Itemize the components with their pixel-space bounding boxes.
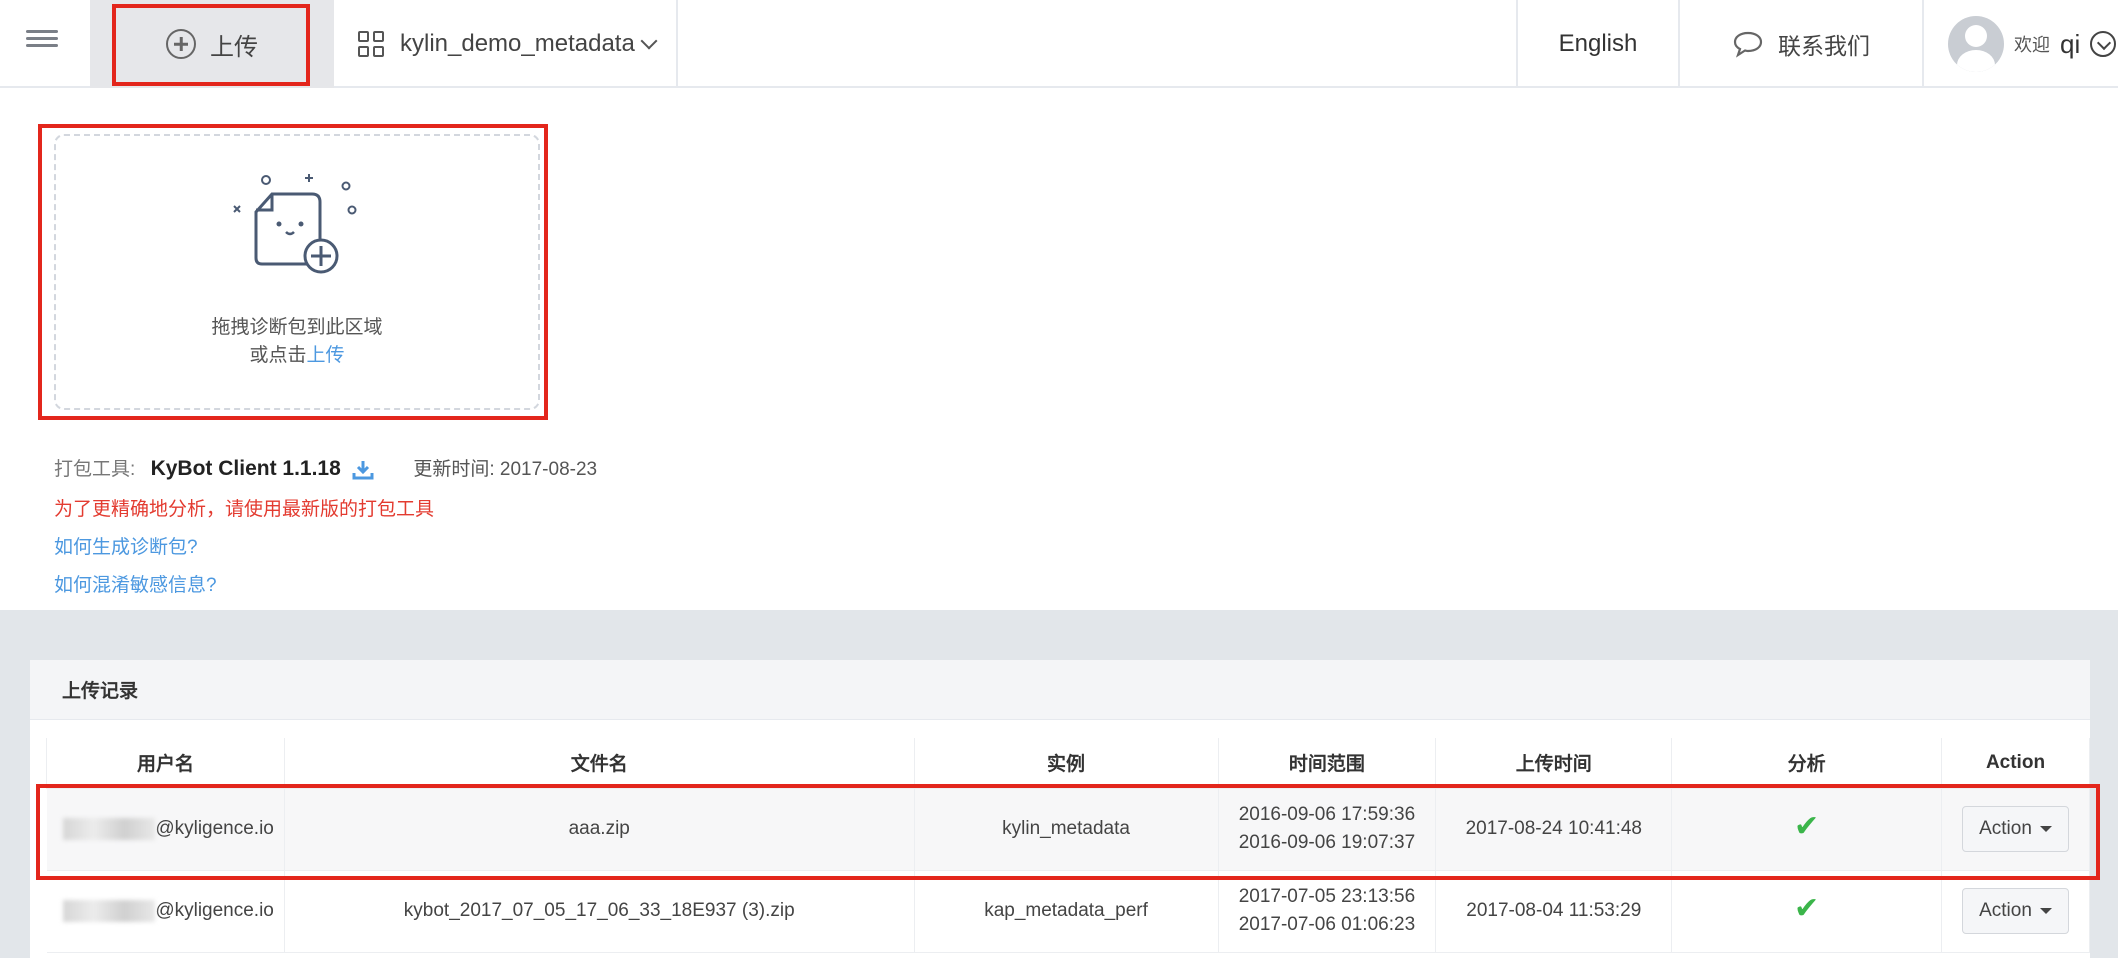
tool-name: KyBot Client 1.1.18 xyxy=(150,457,341,480)
table-row[interactable]: @kyligence.io kybot_2017_07_05_17_06_33_… xyxy=(46,870,2091,953)
range-cell: 2016-09-06 17:59:36 2016-09-06 19:07:37 xyxy=(1218,788,1437,871)
warning-text: 为了更精确地分析，请使用最新版的打包工具 xyxy=(54,499,435,520)
column-header: 时间范围 xyxy=(1217,738,1437,789)
download-icon[interactable] xyxy=(352,459,374,481)
dropzone-upload-link[interactable]: 上传 xyxy=(307,345,345,366)
dropzone-hint: 拖拽诊断包到此区域 xyxy=(211,317,383,338)
uploaded-cell: 2017-08-24 10:41:48 xyxy=(1435,788,1673,871)
column-header: 上传时间 xyxy=(1435,738,1673,789)
column-header: Action xyxy=(1940,738,2091,789)
column-header: 实例 xyxy=(913,738,1219,789)
range-start: 2016-09-06 17:59:36 xyxy=(1238,804,1416,825)
file-add-icon xyxy=(233,174,357,274)
analysis-cell: ✔ xyxy=(1671,870,1942,953)
menu-icon[interactable] xyxy=(26,26,58,58)
project-selector[interactable]: kylin_demo_metadata xyxy=(334,0,678,88)
column-header: 用户名 xyxy=(46,738,285,789)
redacted-username xyxy=(63,899,156,922)
instance-cell: kylin_metadata xyxy=(914,788,1219,871)
how-to-obfuscate-link[interactable]: 如何混淆敏感信息? xyxy=(54,570,217,597)
dropzone-hint-prefix: 或点击 xyxy=(249,345,307,366)
table-row[interactable]: @kyligence.io aaa.zip kylin_metadata 201… xyxy=(46,788,2091,871)
redacted-username xyxy=(63,817,156,840)
action-button[interactable]: Action xyxy=(1962,806,2069,852)
action-button[interactable]: Action xyxy=(1962,888,2069,934)
update-time: 更新时间: 2017-08-23 xyxy=(413,459,598,480)
user-email-domain: @kyligence.io xyxy=(155,818,274,839)
check-icon: ✔ xyxy=(1794,810,1820,843)
range-cell: 2017-07-05 23:13:56 2017-07-06 01:06:23 xyxy=(1218,870,1437,953)
check-icon: ✔ xyxy=(1794,892,1820,925)
panel-title: 上传记录 xyxy=(30,660,2090,720)
how-to-generate-link[interactable]: 如何生成诊断包? xyxy=(54,532,198,559)
action-cell: Action xyxy=(1941,788,2091,871)
upload-records-panel: 上传记录 用户名 文件名 实例 时间范围 上传时间 分析 Action @kyl… xyxy=(30,660,2091,958)
upload-tab-label: 上传 xyxy=(210,33,258,61)
records-table: 用户名 文件名 实例 时间范围 上传时间 分析 Action @kyligenc… xyxy=(46,738,2091,953)
caret-down-icon xyxy=(2039,826,2052,832)
analysis-cell: ✔ xyxy=(1671,788,1942,871)
language-switch[interactable]: English xyxy=(1516,0,1680,88)
contact-us-button[interactable]: 联系我们 xyxy=(1680,0,1924,88)
user-email-domain: @kyligence.io xyxy=(155,900,274,921)
chat-bubble-icon xyxy=(1733,31,1763,58)
welcome-text: 欢迎 xyxy=(2014,35,2050,55)
action-label: Action xyxy=(1979,818,2032,839)
dropzone-hint-2: 或点击上传 xyxy=(56,340,538,367)
username: qi xyxy=(2060,28,2081,59)
file-cell: kybot_2017_07_05_17_06_33_18E937 (3).zip xyxy=(284,870,915,953)
table-header-row: 用户名 文件名 实例 时间范围 上传时间 分析 Action xyxy=(46,738,2091,789)
file-cell: aaa.zip xyxy=(284,788,915,871)
grid-icon xyxy=(358,31,384,57)
user-cell: @kyligence.io xyxy=(46,788,285,871)
chevron-down-circle-icon xyxy=(2090,31,2117,57)
range-end: 2016-09-06 19:07:37 xyxy=(1238,832,1416,853)
project-name: kylin_demo_metadata xyxy=(400,30,635,57)
uploaded-cell: 2017-08-04 11:53:29 xyxy=(1435,870,1673,953)
contact-us-label: 联系我们 xyxy=(1778,33,1870,59)
column-header: 分析 xyxy=(1671,738,1942,789)
chevron-down-icon xyxy=(640,32,658,50)
tool-label: 打包工具: xyxy=(54,459,136,480)
add-circle-icon xyxy=(166,29,196,59)
instance-cell: kap_metadata_perf xyxy=(914,870,1219,953)
action-cell: Action xyxy=(1941,870,2091,953)
range-end: 2017-07-06 01:06:23 xyxy=(1238,914,1416,935)
caret-down-icon xyxy=(2039,908,2052,914)
tool-info: 打包工具: KyBot Client 1.1.18 更新时间: 2017-08-… xyxy=(54,454,597,481)
action-label: Action xyxy=(1979,900,2032,921)
range-start: 2017-07-05 23:13:56 xyxy=(1238,886,1416,907)
column-header: 文件名 xyxy=(283,738,915,789)
avatar xyxy=(1948,16,2004,72)
user-cell: @kyligence.io xyxy=(46,870,285,953)
upload-dropzone[interactable]: 拖拽诊断包到此区域 或点击上传 xyxy=(54,134,540,410)
user-menu[interactable]: 欢迎 qi xyxy=(1924,0,2118,88)
upload-tab[interactable]: 上传 xyxy=(90,0,334,88)
top-navbar: 上传 kylin_demo_metadata English 联系我们 欢迎 q… xyxy=(0,0,2118,88)
